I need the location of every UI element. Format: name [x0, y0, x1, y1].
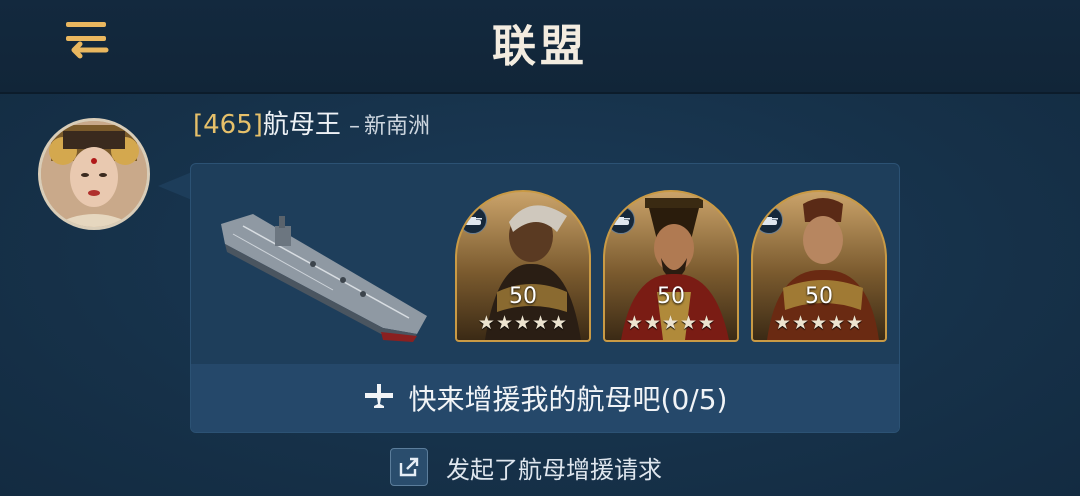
- hero-stars: ★★★★★: [625, 312, 717, 334]
- hero-level: 50: [805, 284, 833, 309]
- tank-icon: [607, 206, 635, 234]
- tank-icon: [755, 206, 783, 234]
- hero-stars: ★★★★★: [477, 312, 569, 334]
- hero-level: 50: [509, 284, 537, 309]
- sender-name[interactable]: 航母王: [263, 110, 341, 140]
- hero-card-2[interactable]: 50 ★★★★★: [603, 190, 739, 342]
- bubble-tail: [158, 172, 192, 200]
- hero-card-3[interactable]: 50 ★★★★★: [751, 190, 887, 342]
- reinforce-card[interactable]: 50 ★★★★★ 50 ★★★★★ 50 ★★★★★ 快来增援我的航母吧(0/5…: [190, 163, 900, 433]
- sender-level: [465]: [193, 110, 263, 140]
- sender-line: [465]航母王 – 新南洲: [193, 104, 430, 141]
- tank-icon: [459, 206, 487, 234]
- reinforce-button[interactable]: 快来增援我的航母吧(0/5): [191, 364, 899, 432]
- top-bar: 联盟: [0, 0, 1080, 94]
- share-icon[interactable]: [390, 448, 428, 486]
- hero-stars: ★★★★★: [773, 312, 865, 334]
- reinforce-text: 快来增援我的航母吧(0/5): [408, 383, 728, 416]
- aircraft-carrier-image: [213, 204, 433, 344]
- hero-card-1[interactable]: 50 ★★★★★: [455, 190, 591, 342]
- page-title: 联盟: [492, 21, 588, 72]
- separator: –: [348, 114, 360, 139]
- server-name: 新南洲: [363, 114, 430, 139]
- request-text[interactable]: 发起了航母增援请求: [446, 450, 662, 485]
- airplane-icon: [363, 382, 395, 414]
- avatar[interactable]: [38, 118, 150, 230]
- hero-level: 50: [657, 284, 685, 309]
